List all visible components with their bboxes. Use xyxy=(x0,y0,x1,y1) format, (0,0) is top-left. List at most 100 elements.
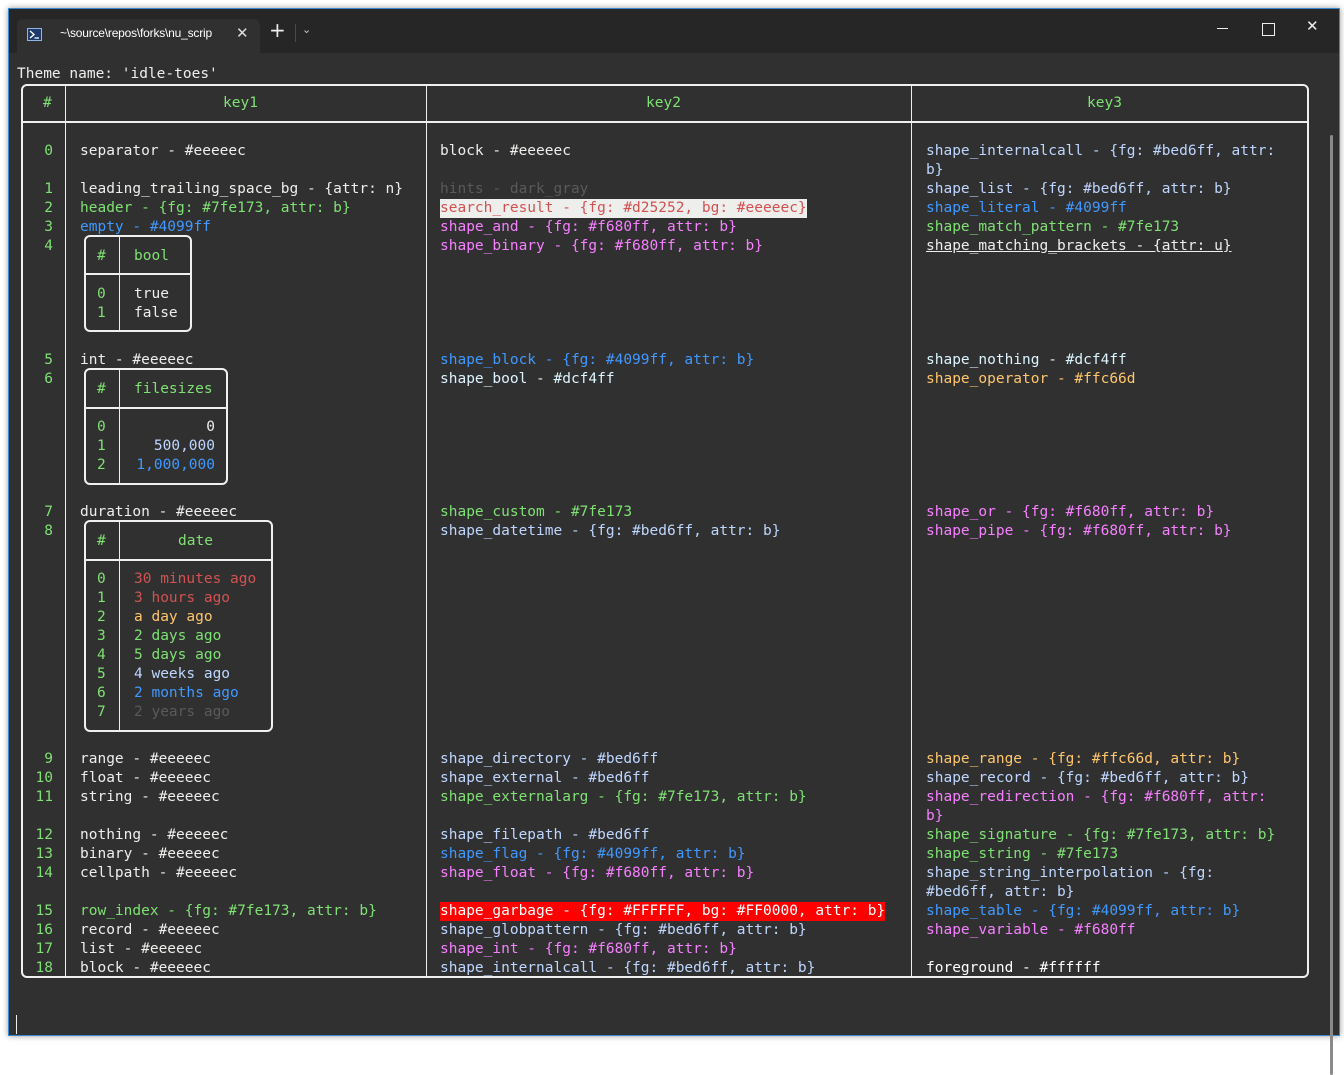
bool-row-index: 1 xyxy=(97,305,106,321)
key2-hints: hints - dark_gray xyxy=(440,181,589,197)
key2-shape-filepath: shape_filepath - #bed6ff xyxy=(440,827,650,843)
key2-shape-flag: shape_flag - {fg: #4099ff, attr: b} xyxy=(440,846,746,862)
date-value: 2 days ago xyxy=(134,628,222,644)
date-value: 4 weeks ago xyxy=(134,666,231,682)
row-index: 16 xyxy=(35,922,53,938)
key2-shape-globpattern: shape_globpattern - {fg: #bed6ff, attr: … xyxy=(440,922,807,938)
bool-value: true xyxy=(134,286,169,302)
tab-separator xyxy=(295,24,296,42)
scrollbar[interactable] xyxy=(1330,135,1333,1075)
terminal-tab[interactable]: ~\source\repos\forks\nu_scrip ✕ xyxy=(17,19,260,53)
key3-foreground: foreground - #ffffff xyxy=(926,960,1101,976)
key1-float: float - #eeeeec xyxy=(80,770,211,786)
key2-shape-binary: shape_binary - {fg: #f680ff, attr: b} xyxy=(440,238,764,254)
bool-header: bool xyxy=(134,248,169,264)
date-row-index: 5 xyxy=(97,666,106,682)
date-value: 3 hours ago xyxy=(134,590,231,606)
key1-record: record - #eeeeec xyxy=(80,922,220,938)
header-key3: key3 xyxy=(1087,95,1122,111)
key3-shape-string-interpolation-wrap: #bed6ff, attr: b} xyxy=(926,884,1075,900)
key3-shape-nothing: shape_nothing - #dcf4ff xyxy=(926,352,1127,368)
date-row-index: 0 xyxy=(97,571,106,587)
column-divider xyxy=(426,86,427,976)
tab-title: ~\source\repos\forks\nu_scrip xyxy=(60,26,212,40)
key2-shape-int: shape_int - {fg: #f680ff, attr: b} xyxy=(440,941,737,957)
key2-shape-external: shape_external - #bed6ff xyxy=(440,770,650,786)
date-table-header-separator xyxy=(84,559,273,561)
date-row-index: 4 xyxy=(97,647,106,663)
terminal-content[interactable]: Theme name: 'idle-toes' # key1 key2 key3… xyxy=(9,53,1339,1075)
date-row-index: 6 xyxy=(97,685,106,701)
row-index: 11 xyxy=(35,789,53,805)
key3-shape-internalcall: shape_internalcall - {fg: #bed6ff, attr: xyxy=(926,143,1276,159)
key3-shape-literal: shape_literal - #4099ff xyxy=(926,200,1127,216)
date-header: date xyxy=(178,533,213,549)
key3-shape-match-pattern: shape_match_pattern - #7fe173 xyxy=(926,219,1180,235)
row-index: 17 xyxy=(35,941,53,957)
row-index: 0 xyxy=(44,143,53,159)
bool-table-header-separator xyxy=(84,273,192,275)
filesizes-table-header-separator xyxy=(84,407,228,409)
key1-block: block - #eeeeec xyxy=(80,960,211,976)
key1-leading-trailing: leading_trailing_space_bg - {attr: n} xyxy=(80,181,404,197)
key3-shape-signature: shape_signature - {fg: #7fe173, attr: b} xyxy=(926,827,1276,843)
minimize-button[interactable] xyxy=(1217,28,1228,29)
key2-shape-internalcall: shape_internalcall - {fg: #bed6ff, attr:… xyxy=(440,960,816,976)
key2-shape-custom: shape_custom - #7fe173 xyxy=(440,504,633,520)
key2-shape-float: shape_float - {fg: #f680ff, attr: b} xyxy=(440,865,755,881)
date-row-index: 3 xyxy=(97,628,106,644)
row-index: 10 xyxy=(35,770,53,786)
bool-table-divider xyxy=(119,237,120,330)
key1-cellpath: cellpath - #eeeeec xyxy=(80,865,238,881)
row-index: 18 xyxy=(35,960,53,976)
date-row-index: 7 xyxy=(97,704,106,720)
date-value: 2 months ago xyxy=(134,685,239,701)
date-header-index: # xyxy=(97,533,106,549)
row-index: 3 xyxy=(44,219,53,235)
key3-shape-internalcall-wrap: b} xyxy=(926,162,944,178)
chevron-down-icon[interactable]: ⌄ xyxy=(302,23,311,36)
new-tab-button[interactable]: + xyxy=(269,20,286,40)
row-index: 9 xyxy=(44,751,53,767)
bool-value: false xyxy=(134,305,178,321)
row-index: 2 xyxy=(44,200,53,216)
key3-shape-matching-brackets: shape_matching_brackets - {attr: u} xyxy=(926,238,1232,254)
date-table-divider xyxy=(119,522,120,730)
filesizes-header: filesizes xyxy=(134,381,213,397)
row-index: 8 xyxy=(44,523,53,539)
bool-row-index: 0 xyxy=(97,286,106,302)
close-tab-icon[interactable]: ✕ xyxy=(236,24,249,42)
header-separator xyxy=(21,121,1309,123)
header-index: # xyxy=(43,95,52,111)
bool-header-index: # xyxy=(97,248,106,264)
key1-binary: binary - #eeeeec xyxy=(80,846,220,862)
filesize-value: 1,000,000 xyxy=(136,457,215,473)
key1-list: list - #eeeeec xyxy=(80,941,203,957)
key2-shape-garbage: shape_garbage - {fg: #FFFFFF, bg: #FF000… xyxy=(440,902,886,921)
date-value: 5 days ago xyxy=(134,647,222,663)
row-index: 1 xyxy=(44,181,53,197)
key2-search-result: search_result - {fg: #d25252, bg: #eeeee… xyxy=(440,199,807,218)
key3-shape-redirection: shape_redirection - {fg: #f680ff, attr: xyxy=(926,789,1267,805)
row-index: 13 xyxy=(35,846,53,862)
key2-shape-externalarg: shape_externalarg - {fg: #7fe173, attr: … xyxy=(440,789,807,805)
key3-shape-range: shape_range - {fg: #ffc66d, attr: b} xyxy=(926,751,1241,767)
terminal-window: ~\source\repos\forks\nu_scrip ✕ + ⌄ ✕ Th… xyxy=(8,8,1340,1075)
key1-nothing: nothing - #eeeeec xyxy=(80,827,229,843)
title-bar: ~\source\repos\forks\nu_scrip ✕ + ⌄ ✕ xyxy=(9,9,1339,53)
key2-shape-directory: shape_directory - #bed6ff xyxy=(440,751,659,767)
key1-separator: separator - #eeeeec xyxy=(80,143,246,159)
header-key2: key2 xyxy=(646,95,681,111)
key2-shape-block: shape_block - {fg: #4099ff, attr: b} xyxy=(440,352,755,368)
header-key1: key1 xyxy=(223,95,258,111)
filesizes-header-index: # xyxy=(97,381,106,397)
key2-shape-datetime: shape_datetime - {fg: #bed6ff, attr: b} xyxy=(440,523,781,539)
date-value: 30 minutes ago xyxy=(134,571,257,587)
filesize-row-index: 0 xyxy=(97,419,106,435)
key1-row-index: row_index - {fg: #7fe173, attr: b} xyxy=(80,903,377,919)
row-index: 14 xyxy=(35,865,53,881)
key3-shape-record: shape_record - {fg: #bed6ff, attr: b} xyxy=(926,770,1250,786)
close-window-button[interactable]: ✕ xyxy=(1306,17,1319,35)
maximize-button[interactable] xyxy=(1262,23,1275,36)
key3-shape-or: shape_or - {fg: #f680ff, attr: b} xyxy=(926,504,1215,520)
